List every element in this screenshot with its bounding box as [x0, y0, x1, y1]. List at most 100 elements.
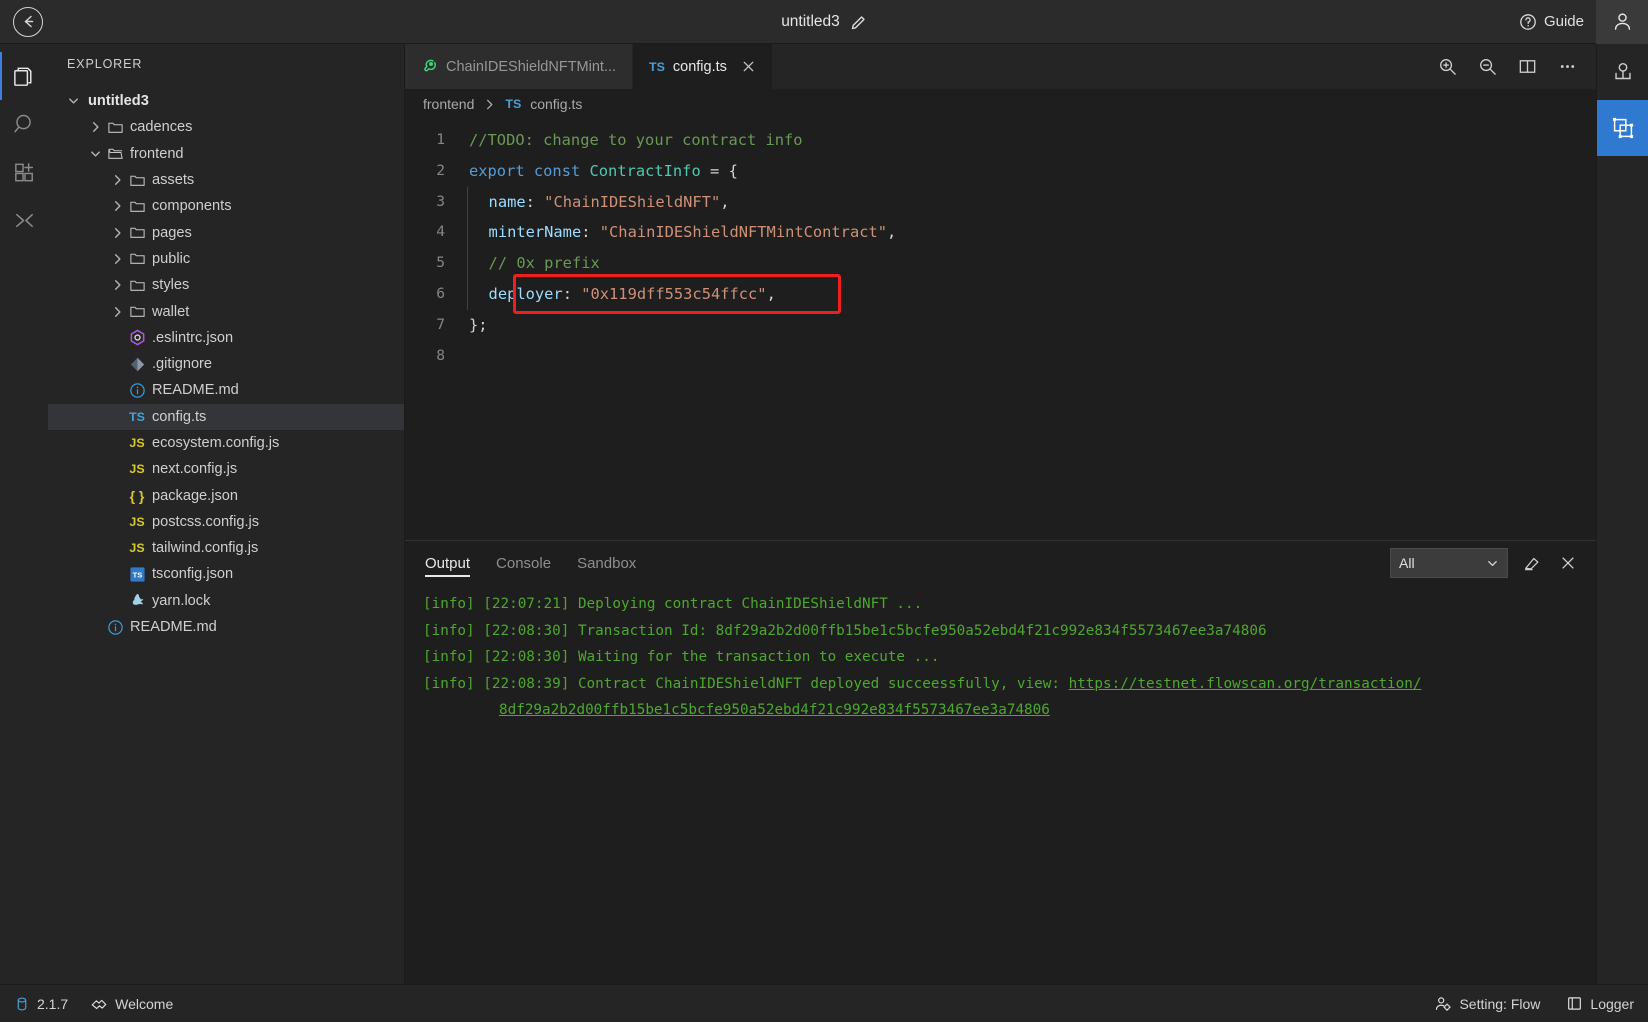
- info-icon: [104, 619, 126, 636]
- tree-item-tsconfig-json[interactable]: TStsconfig.json: [48, 561, 404, 587]
- tree-item-untitled3[interactable]: untitled3: [48, 88, 404, 114]
- code-editor[interactable]: 1//TODO: change to your contract info2ex…: [405, 119, 1596, 540]
- tree-item-eslintrc-json[interactable]: .eslintrc.json: [48, 325, 404, 351]
- log-message: Waiting for the transaction to execute .…: [578, 649, 940, 665]
- close-panel-icon[interactable]: [1556, 551, 1580, 575]
- log-line-3: [info] [22:08:30] Waiting for the transa…: [423, 644, 1596, 671]
- tree-item-cadences[interactable]: cadences: [48, 114, 404, 140]
- chevron-down-icon: [66, 94, 82, 108]
- logger-icon: [1566, 995, 1583, 1012]
- tree-item-styles[interactable]: styles: [48, 272, 404, 298]
- title-bar: untitled3 Guide: [0, 0, 1648, 44]
- zoom-in-icon[interactable]: [1432, 52, 1462, 82]
- editor-tab-2[interactable]: TSconfig.ts: [633, 44, 773, 89]
- status-item-version[interactable]: 2.1.7: [14, 996, 68, 1012]
- pencil-icon[interactable]: [850, 14, 867, 31]
- tree-item-wallet[interactable]: wallet: [48, 298, 404, 324]
- breadcrumb-folder[interactable]: frontend: [423, 96, 474, 112]
- line-number: 3: [405, 187, 467, 218]
- account-button[interactable]: [1596, 0, 1648, 44]
- log-line-2: [info] [22:08:30] Transaction Id: 8df29a…: [423, 618, 1596, 645]
- status-item-setting-flow[interactable]: Setting: Flow: [1434, 995, 1540, 1013]
- code-token: name: [489, 193, 526, 211]
- tree-item-postcss-config-js[interactable]: JSpostcss.config.js: [48, 509, 404, 535]
- code-line-5: 5 // 0x prefix: [405, 248, 1596, 279]
- clear-output-icon[interactable]: [1520, 551, 1544, 575]
- tree-item-ecosystem-config-js[interactable]: JSecosystem.config.js: [48, 430, 404, 456]
- guide-button[interactable]: Guide: [1507, 0, 1596, 44]
- js-icon: JS: [126, 436, 148, 450]
- code-line-text: deployer: "0x119dff553c54ffcc",: [467, 279, 776, 310]
- tree-item-yarn-lock[interactable]: yarn.lock: [48, 588, 404, 614]
- eslint-icon: [126, 329, 148, 346]
- log-timestamp: [22:07:21]: [483, 596, 578, 612]
- tree-item-components[interactable]: components: [48, 193, 404, 219]
- tree-item-readme-md[interactable]: README.md: [48, 614, 404, 640]
- files-icon: [11, 63, 38, 90]
- database-icon: [14, 996, 30, 1012]
- tree-item-config-ts[interactable]: TSconfig.ts: [48, 404, 404, 430]
- code-line-3: 3 name: "ChainIDEShieldNFT",: [405, 187, 1596, 218]
- chevron-right-icon: [110, 199, 126, 213]
- chevron-right-icon: [88, 120, 104, 134]
- breadcrumb-file[interactable]: config.ts: [530, 96, 582, 112]
- tree-item-frontend[interactable]: frontend: [48, 141, 404, 167]
- back-button[interactable]: [6, 0, 50, 44]
- close-icon[interactable]: [741, 59, 756, 74]
- tree-item-tailwind-config-js[interactable]: JStailwind.config.js: [48, 535, 404, 561]
- line-number: 1: [405, 125, 467, 156]
- editor-actions: [1432, 44, 1596, 89]
- tree-item-public[interactable]: public: [48, 246, 404, 272]
- code-line-text: minterName: "ChainIDEShieldNFTMintContra…: [467, 217, 896, 248]
- log-line-4-continued: 8df29a2b2d00ffb15be1c5bcfe950a52ebd4f21c…: [423, 697, 1596, 724]
- deploy-pin-icon: [1610, 59, 1636, 85]
- panel-tab-output[interactable]: Output: [425, 541, 470, 585]
- log-line-1: [info] [22:07:21] Deploying contract Cha…: [423, 591, 1596, 618]
- activity-item-explorer[interactable]: [0, 52, 48, 100]
- code-token: };: [469, 316, 488, 334]
- code-token: [470, 223, 489, 241]
- code-token: [470, 193, 489, 211]
- panel-tab-bar: Output Console Sandbox All: [405, 541, 1596, 585]
- tree-item-readme-md[interactable]: README.md: [48, 377, 404, 403]
- line-number: 7: [405, 310, 467, 341]
- code-line-text: name: "ChainIDEShieldNFT",: [467, 187, 730, 218]
- chevron-right-icon: [483, 98, 496, 111]
- status-setting-label: Setting: Flow: [1459, 996, 1540, 1012]
- ellipsis-icon[interactable]: [1552, 52, 1582, 82]
- tree-item-label: README.md: [152, 382, 239, 398]
- tree-item-pages[interactable]: pages: [48, 219, 404, 245]
- zoom-out-icon[interactable]: [1472, 52, 1502, 82]
- activity-item-search[interactable]: [0, 100, 48, 148]
- status-bar-right: Setting: Flow Logger: [1408, 995, 1634, 1013]
- activity-item-frames[interactable]: [1597, 100, 1648, 156]
- log-filter-select[interactable]: All: [1390, 548, 1508, 578]
- editor-tab-1[interactable]: ChainIDEShieldNFTMint...: [405, 44, 633, 89]
- panel-tab-sandbox[interactable]: Sandbox: [577, 541, 636, 585]
- status-item-welcome[interactable]: Welcome: [90, 995, 173, 1013]
- chevron-right-icon: [110, 278, 126, 292]
- workbench: EXPLORER untitled3cadencesfrontendassets…: [0, 44, 1648, 984]
- status-item-logger[interactable]: Logger: [1566, 995, 1634, 1012]
- tree-item-label: styles: [152, 277, 189, 293]
- activity-item-deploy-contract[interactable]: [1597, 44, 1648, 100]
- line-number: 8: [405, 341, 467, 372]
- log-timestamp: [22:08:30]: [483, 623, 578, 639]
- chevron-right-icon: [110, 252, 126, 266]
- panel-tab-console[interactable]: Console: [496, 541, 551, 585]
- line-number: 6: [405, 279, 467, 310]
- tree-item-assets[interactable]: assets: [48, 167, 404, 193]
- log-level: [info]: [423, 596, 483, 612]
- tree-item-package-json[interactable]: { }package.json: [48, 482, 404, 508]
- log-link[interactable]: https://testnet.flowscan.org/transaction…: [1069, 676, 1422, 692]
- log-link-continued[interactable]: 8df29a2b2d00ffb15be1c5bcfe950a52ebd4f21c…: [499, 702, 1050, 718]
- tree-item-gitignore[interactable]: .gitignore: [48, 351, 404, 377]
- tree-item-next-config-js[interactable]: JSnext.config.js: [48, 456, 404, 482]
- split-editor-icon[interactable]: [1512, 52, 1542, 82]
- activity-item-extensions[interactable]: [0, 148, 48, 196]
- activity-item-remote[interactable]: [0, 196, 48, 244]
- tree-item-label: package.json: [152, 488, 238, 504]
- editor-tab-label: ChainIDEShieldNFTMint...: [446, 59, 616, 75]
- chevron-right-icon: [110, 173, 126, 187]
- git-icon: [126, 356, 148, 373]
